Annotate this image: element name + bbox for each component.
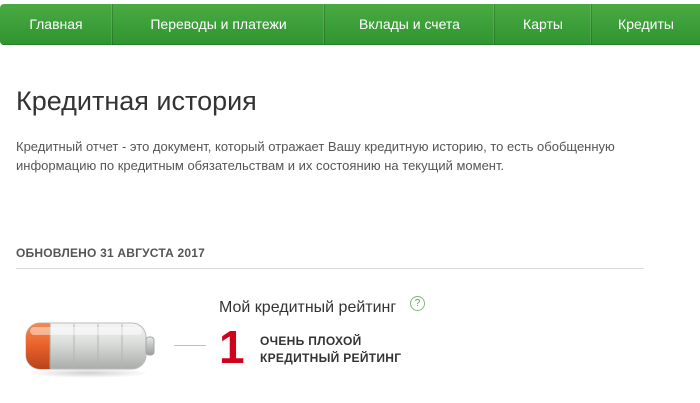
rating-desc-line2: КРЕДИТНЫЙ РЕЙТИНГ	[260, 351, 402, 365]
battery-highlight	[30, 327, 142, 335]
rating-value: 1	[219, 321, 245, 373]
rating-desc-line1: ОЧЕНЬ ПЛОХОЙ	[260, 334, 362, 348]
connector-line	[174, 345, 206, 346]
nav-item-transfers-payments[interactable]: Переводы и платежи	[113, 4, 325, 45]
rating-description: ОЧЕНЬ ПЛОХОЙ КРЕДИТНЫЙ РЕЙТИНГ	[260, 333, 401, 367]
nav-item-credits[interactable]: Кредиты	[592, 4, 700, 45]
main-nav: Главная Переводы и платежи Вклады и счет…	[0, 4, 700, 45]
rating-title: Мой кредитный рейтинг	[219, 299, 397, 316]
battery-rating-icon	[25, 322, 155, 378]
battery-cap	[145, 336, 155, 356]
updated-date: ОБНОВЛЕНО 31 АВГУСТА 2017	[16, 246, 206, 260]
nav-item-home[interactable]: Главная	[0, 4, 113, 45]
nav-item-cards[interactable]: Карты	[495, 4, 592, 45]
nav-item-deposits-accounts[interactable]: Вклады и счета	[325, 4, 495, 45]
help-icon[interactable]: ?	[410, 296, 425, 311]
divider	[16, 268, 644, 269]
page-title: Кредитная история	[16, 86, 257, 116]
intro-text: Кредитный отчет - это документ, который …	[16, 139, 615, 173]
